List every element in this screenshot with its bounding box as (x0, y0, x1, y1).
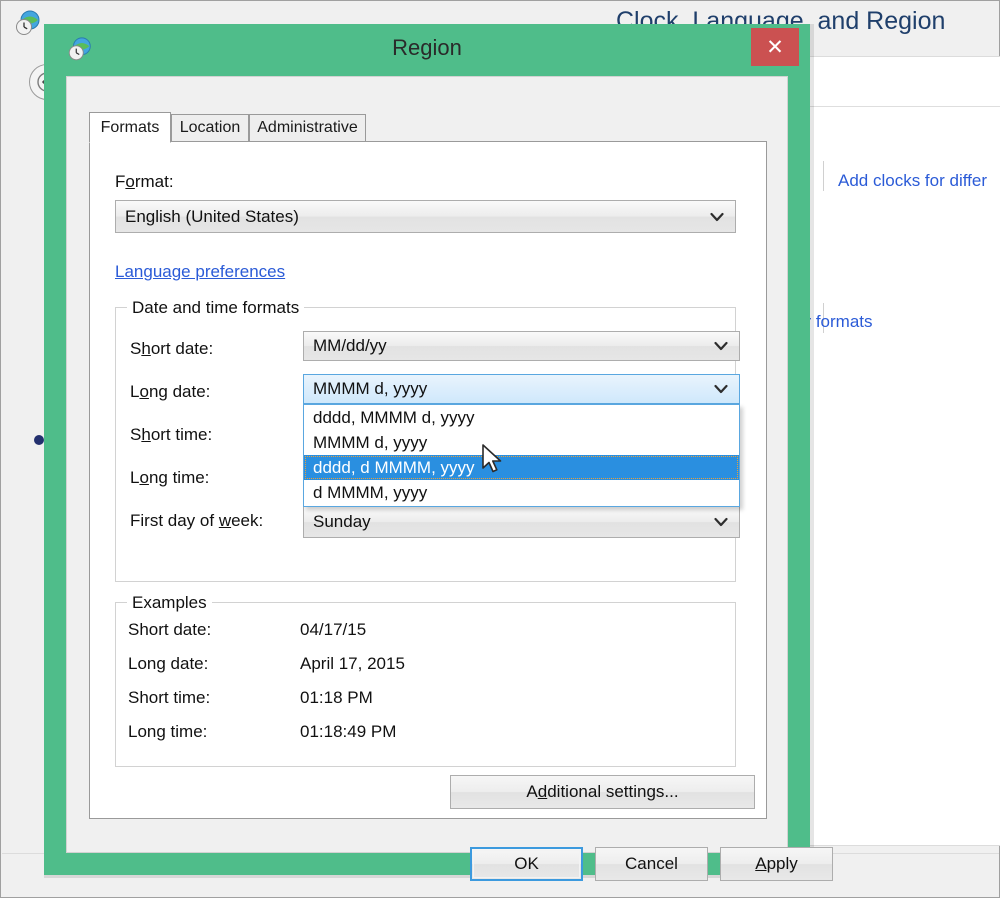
tab-strip: Formats Location Administrative (89, 112, 767, 143)
apply-button[interactable]: Apply (720, 847, 833, 881)
cancel-button[interactable]: Cancel (595, 847, 708, 881)
short-date-combobox[interactable]: MM/dd/yy (303, 331, 740, 361)
example-short-date-value: 04/17/15 (300, 620, 367, 639)
short-date-combobox-value: MM/dd/yy (313, 336, 387, 355)
first-day-of-week-combobox[interactable]: Sunday (303, 506, 740, 538)
example-long-date-label: Long date: (128, 654, 209, 673)
dropdown-option-3[interactable]: d MMMM, yyyy (304, 480, 739, 505)
chevron-down-icon (714, 514, 728, 530)
ok-button-label: OK (514, 854, 539, 873)
additional-settings-button[interactable]: Additional settings... (450, 775, 755, 809)
dialog-title-bar[interactable]: Region ✕ (44, 24, 810, 76)
format-combobox-value: English (United States) (125, 206, 299, 226)
example-long-date-value: April 17, 2015 (300, 654, 405, 673)
tab-administrative[interactable]: Administrative (249, 114, 366, 142)
example-short-time-value: 01:18 PM (300, 688, 373, 707)
dropdown-option-2[interactable]: dddd, d MMMM, yyyy (304, 455, 739, 480)
link-rule-1 (823, 161, 824, 191)
chevron-down-icon (714, 338, 728, 354)
first-day-of-week-value: Sunday (313, 512, 371, 531)
long-time-label: Long time: (130, 468, 210, 487)
region-dialog: Region ✕ Formats Location Administrative… (44, 24, 833, 881)
chevron-down-icon (710, 209, 724, 225)
dropdown-option-0[interactable]: dddd, MMMM d, yyyy (304, 405, 739, 430)
add-clocks-link[interactable]: Add clocks for differ (838, 171, 987, 191)
format-label: Format: (115, 172, 174, 191)
tab-formats-label: Formats (100, 118, 160, 136)
screen: Clock, Language, and Region Add clocks f… (0, 0, 1000, 898)
globe-clock-icon (66, 36, 94, 64)
dialog-body: Formats Location Administrative Format: … (66, 76, 833, 881)
additional-settings-label: Additional settings... (526, 782, 679, 801)
short-date-label: Short date: (130, 339, 214, 358)
close-icon[interactable]: ✕ (751, 28, 799, 66)
tab-location[interactable]: Location (171, 114, 249, 142)
long-date-dropdown-list[interactable]: dddd, MMMM d, yyyy MMMM d, yyyy dddd, d … (303, 404, 740, 507)
apply-button-label: Apply (755, 854, 798, 873)
long-date-combobox[interactable]: MMMM d, yyyy (303, 374, 740, 404)
dropdown-option-1[interactable]: MMMM d, yyyy (304, 430, 739, 455)
example-short-date-label: Short date: (128, 620, 212, 639)
first-day-of-week-label: First day of week: (130, 511, 264, 530)
example-long-time-label: Long time: (128, 722, 208, 741)
tab-administrative-label: Administrative (257, 119, 358, 136)
tab-formats[interactable]: Formats (89, 112, 171, 143)
short-time-label: Short time: (130, 425, 213, 444)
ok-button[interactable]: OK (470, 847, 583, 881)
examples-group-title: Examples (127, 593, 212, 613)
long-date-label: Long date: (130, 382, 211, 401)
example-short-time-label: Short time: (128, 688, 211, 707)
example-long-time-value: 01:18:49 PM (300, 722, 397, 741)
cancel-button-label: Cancel (625, 854, 678, 873)
chevron-down-icon (714, 381, 728, 397)
format-combobox[interactable]: English (United States) (115, 200, 736, 233)
language-preferences-link[interactable]: Language preferences (115, 262, 285, 282)
globe-clock-icon (13, 9, 43, 39)
date-time-formats-group-title: Date and time formats (127, 298, 305, 318)
dialog-title: Region (392, 35, 462, 60)
long-date-combobox-value: MMMM d, yyyy (313, 379, 428, 398)
list-bullet (34, 435, 44, 445)
tab-location-label: Location (179, 119, 241, 136)
formats-tab-panel: Format: English (United States) Language… (89, 141, 767, 819)
